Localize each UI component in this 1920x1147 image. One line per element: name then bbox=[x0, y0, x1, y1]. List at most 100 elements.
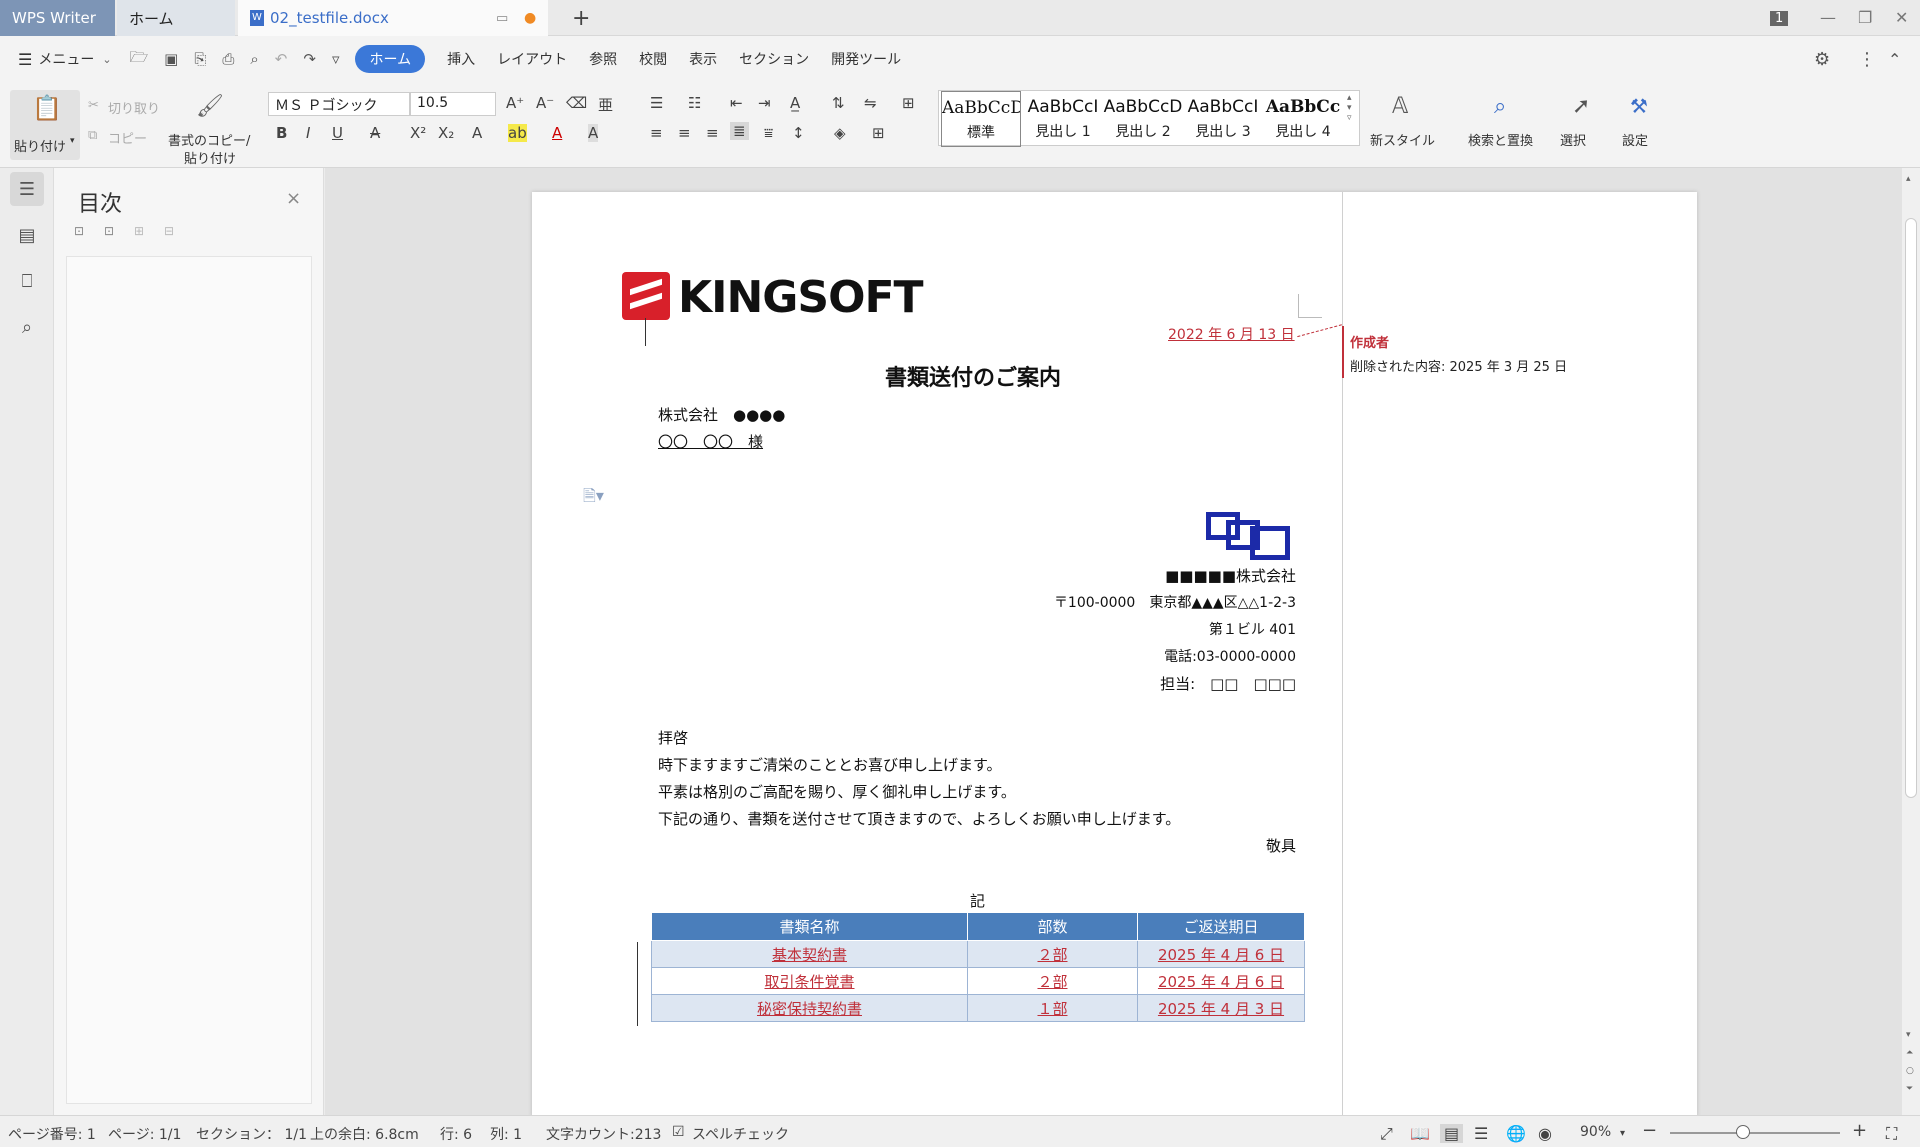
body-line-3[interactable]: 下記の通り、書類を送付させて頂きますので、よろしくお願い申し上げます。 bbox=[658, 808, 1180, 829]
bookmark-icon[interactable]: ⎕ bbox=[10, 264, 44, 298]
new-style-icon[interactable]: 𝔸 bbox=[1392, 94, 1408, 119]
align-right-icon[interactable]: ≡ bbox=[706, 124, 719, 142]
copy-icon[interactable]: ⧉ bbox=[88, 128, 97, 143]
undo-icon[interactable]: ↶ bbox=[275, 50, 288, 68]
restore-icon[interactable]: ❐ bbox=[1858, 8, 1872, 27]
outline-icon[interactable]: ☰ bbox=[1474, 1124, 1488, 1143]
shrink-font-icon[interactable]: A⁻ bbox=[536, 94, 554, 112]
format-copy-label-1[interactable]: 書式のコピー/ bbox=[168, 130, 250, 149]
distribute-icon[interactable]: ⩸ bbox=[764, 124, 773, 142]
status-top-margin[interactable]: 上の余白: 6.8cm bbox=[310, 1124, 419, 1144]
menu-tab-home[interactable]: ホーム bbox=[355, 45, 426, 73]
app-tab[interactable]: WPS Writer bbox=[0, 0, 115, 36]
status-section[interactable]: セクション： 1/1 bbox=[196, 1124, 307, 1144]
table-cell[interactable]: １部 bbox=[967, 994, 1138, 1022]
settings-icon[interactable]: ⚒ bbox=[1630, 94, 1648, 118]
find-icon[interactable]: ⌕ bbox=[10, 310, 44, 344]
style-scroll-icon[interactable]: ▴ ▾ ▿ bbox=[1347, 93, 1352, 123]
document-title[interactable]: 書類送付のご案内 bbox=[885, 360, 1061, 392]
status-pages[interactable]: ページ: 1/1 bbox=[108, 1124, 181, 1144]
sort-icon[interactable]: ⇅ bbox=[832, 94, 845, 112]
clear-format-icon[interactable]: ⌫ bbox=[566, 94, 587, 112]
zoom-level[interactable]: 90% bbox=[1580, 1124, 1611, 1140]
sender-address[interactable]: 〒100-0000 東京都▲▲▲区△△1-2-3 bbox=[1054, 592, 1296, 612]
zoom-in-icon[interactable]: + bbox=[1852, 1120, 1867, 1141]
style-heading-2[interactable]: AaBbCcD 見出し 2 bbox=[1103, 91, 1183, 147]
menu-tab-references[interactable]: 参照 bbox=[589, 49, 617, 69]
style-normal[interactable]: AaBbCcD 標準 bbox=[941, 91, 1021, 147]
gear-icon[interactable]: ⚙ bbox=[1814, 49, 1830, 70]
minimize-icon[interactable]: — bbox=[1820, 8, 1836, 27]
documents-table[interactable]: 書類名称 部数 ご返送期日 基本契約書 ２部 2025 年 4 月 6 日 取引… bbox=[651, 912, 1305, 1022]
copy-button[interactable]: コピー bbox=[108, 128, 147, 147]
print-icon[interactable]: ⎙ bbox=[222, 50, 234, 68]
table-grid-icon[interactable]: ⊞ bbox=[902, 94, 915, 112]
format-painter-icon[interactable]: 🖌 bbox=[196, 94, 224, 119]
select-button[interactable]: 選択 bbox=[1560, 130, 1586, 149]
menu-tab-developer[interactable]: 開発ツール bbox=[831, 49, 901, 69]
style-heading-4[interactable]: AaBbCc 見出し 4 bbox=[1263, 91, 1343, 147]
font-name-select[interactable]: ＭＳ Ｐゴシック bbox=[268, 92, 410, 116]
scroll-down-icon[interactable]: ▾ bbox=[1906, 1030, 1911, 1040]
table-cell[interactable]: 2025 年 4 月 6 日 bbox=[1137, 940, 1305, 968]
hamburger-icon[interactable]: ☰ bbox=[18, 50, 32, 69]
cut-button[interactable]: 切り取り bbox=[108, 98, 160, 117]
recipient-person[interactable]: 〇〇 〇〇 様 bbox=[658, 431, 763, 452]
status-page-number[interactable]: ページ番号: 1 bbox=[8, 1124, 96, 1144]
borders-icon[interactable]: ⊞ bbox=[872, 124, 885, 142]
grow-font-icon[interactable]: A⁺ bbox=[506, 94, 524, 112]
add-tab-button[interactable]: + bbox=[560, 0, 602, 36]
browse-object-icon[interactable]: ○ bbox=[1906, 1066, 1914, 1076]
align-left-icon[interactable]: ≡ bbox=[650, 124, 663, 142]
phonetic-guide-icon[interactable]: 亜 bbox=[598, 94, 613, 115]
menu-button[interactable]: メニュー bbox=[38, 49, 94, 69]
monitor-icon[interactable]: ▭ bbox=[496, 11, 508, 26]
status-col[interactable]: 列: 1 bbox=[490, 1124, 522, 1144]
sender-building[interactable]: 第１ビル 401 bbox=[1209, 619, 1296, 639]
collapse-icon[interactable]: ⊡ bbox=[104, 224, 114, 238]
spellcheck-icon[interactable]: ☑ bbox=[672, 1124, 685, 1140]
expand-icon[interactable]: ⊡ bbox=[74, 224, 84, 238]
bullet-list-icon[interactable]: ☰ bbox=[650, 94, 663, 112]
read-mode-icon[interactable]: 📖 bbox=[1410, 1124, 1430, 1143]
highlight-icon[interactable]: ab bbox=[508, 124, 527, 142]
chevron-down-icon[interactable]: ⌄ bbox=[102, 53, 111, 66]
italic-icon[interactable]: I bbox=[306, 124, 310, 142]
table-cell[interactable]: 基本契約書 bbox=[651, 940, 968, 968]
body-line-2[interactable]: 平素は格別のご高配を賜り、厚く御礼申し上げます。 bbox=[658, 781, 1016, 802]
body-line-1[interactable]: 時下ますますご清栄のこととお喜び申し上げます。 bbox=[658, 754, 1002, 775]
comment-text[interactable]: 削除された内容: 2025 年 3 月 25 日 bbox=[1350, 356, 1567, 375]
close-window-icon[interactable]: ✕ bbox=[1895, 8, 1908, 27]
sender-contact[interactable]: 担当: □□ □□□ bbox=[1160, 673, 1296, 694]
style-heading-3[interactable]: AaBbCcI 見出し 3 bbox=[1183, 91, 1263, 147]
print-preview-icon[interactable]: ⌕ bbox=[250, 50, 258, 68]
remove-entry-icon[interactable]: ⊟ bbox=[164, 224, 174, 238]
redo-icon[interactable]: ↷ bbox=[303, 50, 316, 68]
table-header[interactable]: 書類名称 bbox=[651, 912, 968, 941]
scroll-thumb[interactable] bbox=[1905, 218, 1917, 798]
decrease-indent-icon[interactable]: ⇤ bbox=[730, 94, 743, 112]
subscript-icon[interactable]: X₂ bbox=[438, 124, 454, 142]
align-center-icon[interactable]: ≡ bbox=[678, 124, 691, 142]
table-header[interactable]: ご返送期日 bbox=[1137, 912, 1305, 941]
new-style-button[interactable]: 新スタイル bbox=[1370, 130, 1435, 149]
menu-tab-layout[interactable]: レイアウト bbox=[497, 49, 567, 69]
line-break-icon[interactable]: ⇋ bbox=[864, 94, 877, 112]
cursor-select-icon[interactable]: ➚ bbox=[1572, 94, 1590, 119]
next-page-icon[interactable]: ⏷ bbox=[1906, 1084, 1913, 1094]
zoom-slider-track[interactable] bbox=[1670, 1132, 1840, 1134]
salutation[interactable]: 拝啓 bbox=[658, 727, 688, 748]
recipient-company[interactable]: 株式会社 ●●●● bbox=[658, 404, 785, 425]
table-cell[interactable]: 2025 年 4 月 6 日 bbox=[1137, 967, 1305, 995]
justify-icon[interactable]: ≣ bbox=[730, 122, 749, 140]
save-icon[interactable]: ▣ bbox=[164, 50, 178, 68]
print-layout-icon[interactable]: ▤ bbox=[1440, 1124, 1464, 1143]
format-copy-label-2[interactable]: 貼り付け bbox=[184, 148, 236, 167]
settings-button[interactable]: 設定 bbox=[1622, 130, 1648, 149]
page-icon[interactable]: ▤ bbox=[10, 218, 44, 252]
style-heading-1[interactable]: AaBbCcI 見出し 1 bbox=[1023, 91, 1103, 147]
home-tab[interactable]: ホーム bbox=[117, 0, 235, 36]
table-cell[interactable]: 取引条件覚書 bbox=[651, 967, 968, 995]
table-cell[interactable]: 2025 年 4 月 3 日 bbox=[1137, 994, 1305, 1022]
change-case-icon[interactable]: A̲ bbox=[790, 94, 800, 112]
